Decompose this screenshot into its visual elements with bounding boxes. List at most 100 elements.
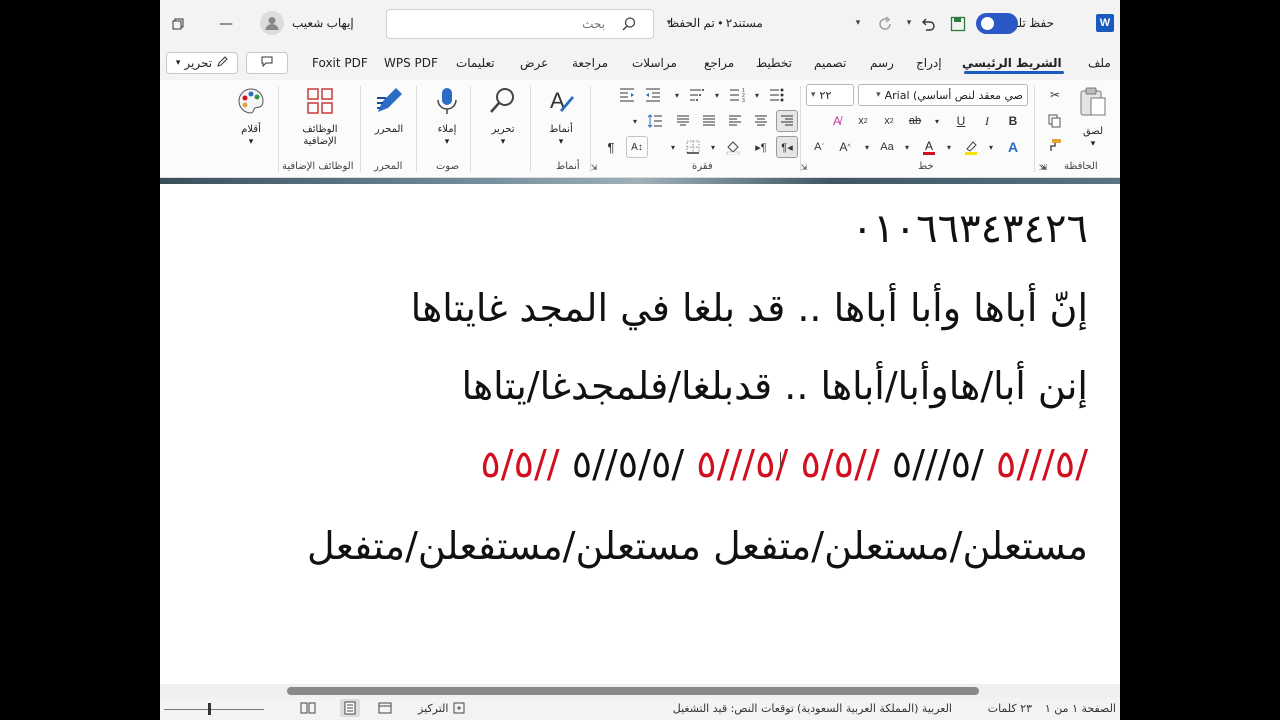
- dialog-launcher-icon[interactable]: ⇲: [1036, 160, 1048, 174]
- editor-button[interactable]: المحرر: [364, 86, 414, 154]
- scrollbar-thumb[interactable]: [287, 687, 979, 695]
- tab-home[interactable]: الشريط الرئيسي: [962, 56, 1062, 70]
- focus-icon[interactable]: [452, 701, 466, 715]
- shading-dropdown-icon[interactable]: ▾: [706, 136, 720, 158]
- change-case-icon[interactable]: Aa: [876, 136, 898, 158]
- case-dropdown-icon[interactable]: ▾: [860, 136, 874, 158]
- increase-indent-icon[interactable]: [616, 84, 638, 106]
- tab-insert[interactable]: إدراج: [916, 56, 942, 70]
- minimize-icon[interactable]: —: [214, 12, 238, 36]
- decrease-indent-icon[interactable]: [642, 84, 664, 106]
- redo-icon[interactable]: [876, 14, 896, 34]
- tab-review[interactable]: مراجعة: [572, 56, 608, 70]
- multilevel-list-icon[interactable]: [686, 84, 708, 106]
- dialog-launcher-icon[interactable]: ⇲: [798, 160, 810, 174]
- document-line-feet[interactable]: مستعلن/مستعلن/متفعل مستعلن/مستفعلن/متفعل: [307, 524, 1088, 568]
- strikethrough-icon[interactable]: ab: [904, 110, 926, 132]
- text-effects-icon[interactable]: A: [1002, 136, 1024, 158]
- tab-design[interactable]: تصميم: [814, 56, 846, 70]
- font-color-icon[interactable]: A: [918, 136, 940, 158]
- tab-foxit-pdf[interactable]: Foxit PDF: [312, 56, 368, 70]
- ltr-direction-icon[interactable]: ▸¶: [750, 136, 772, 158]
- tab-view[interactable]: عرض: [520, 56, 548, 70]
- multilevel-dropdown-icon[interactable]: ▾: [670, 84, 684, 106]
- dialog-launcher-icon[interactable]: ⇲: [588, 160, 600, 174]
- title-dropdown-icon[interactable]: ▾: [664, 16, 674, 30]
- paste-button[interactable]: لصق ▾: [1068, 86, 1118, 154]
- document-line-number[interactable]: ٠١٠٦٦٣٤٣٤٢٦: [852, 206, 1088, 252]
- justify-low-icon[interactable]: [672, 110, 694, 132]
- tab-mailings[interactable]: مراسلات: [632, 56, 677, 70]
- format-painter-icon[interactable]: [1044, 134, 1066, 156]
- line-spacing-dropdown-icon[interactable]: ▾: [628, 110, 642, 132]
- document-page[interactable]: ٠١٠٦٦٣٤٣٤٢٦ إنّ أباها وأبا أباها .. قد ب…: [160, 184, 1120, 684]
- search-input[interactable]: [425, 17, 605, 31]
- language-indicator[interactable]: العربية (المملكة العربية السعودية): [797, 702, 952, 715]
- bullets-dropdown-icon[interactable]: ▾: [750, 84, 764, 106]
- tab-layout[interactable]: تخطيط: [756, 56, 792, 70]
- user-name[interactable]: إيهاب شعيب: [292, 16, 354, 30]
- horizontal-scrollbar[interactable]: [160, 684, 1120, 698]
- undo-dropdown-icon[interactable]: ▾: [904, 16, 914, 30]
- underline-dropdown-icon[interactable]: ▾: [930, 110, 944, 132]
- paste-dropdown-icon[interactable]: ▾: [1091, 138, 1096, 150]
- show-formatting-icon[interactable]: ¶: [600, 136, 622, 158]
- pens-button[interactable]: أقلام ▾: [226, 86, 276, 154]
- zoom-slider-thumb[interactable]: [208, 703, 211, 715]
- align-left-icon[interactable]: [724, 110, 746, 132]
- bullets-icon[interactable]: [766, 84, 788, 106]
- word-count[interactable]: ٢٣ كلمات: [988, 702, 1032, 715]
- page-count[interactable]: الصفحة ١ من ١: [1045, 702, 1116, 715]
- dictate-button[interactable]: إملاء ▾: [422, 86, 472, 154]
- addins-button[interactable]: الوظائف الإضافية: [286, 86, 354, 154]
- numbering-icon[interactable]: 123: [726, 84, 748, 106]
- tab-help[interactable]: تعليمات: [456, 56, 495, 70]
- customize-toolbar-icon[interactable]: ▾: [852, 16, 864, 30]
- autosave-toggle[interactable]: [976, 13, 1018, 34]
- print-layout-icon[interactable]: [340, 699, 360, 717]
- restore-icon[interactable]: [166, 12, 190, 36]
- bold-icon[interactable]: B: [1002, 110, 1024, 132]
- borders-icon[interactable]: [682, 136, 704, 158]
- line-spacing-icon[interactable]: [644, 110, 666, 132]
- document-line-verse[interactable]: إنّ أباها وأبا أباها .. قد بلغا في المجد…: [411, 286, 1088, 330]
- document-title[interactable]: مستند٢ • تم الحفظ: [668, 16, 763, 30]
- shading-icon[interactable]: [722, 136, 744, 158]
- effects-dropdown-icon[interactable]: ▾: [984, 136, 998, 158]
- comments-button[interactable]: [246, 52, 288, 74]
- italic-icon[interactable]: I: [976, 110, 998, 132]
- clear-formatting-icon[interactable]: A̸: [826, 110, 848, 132]
- focus-label[interactable]: التركيز: [418, 702, 448, 715]
- editing-button[interactable]: تحرير ▾: [478, 86, 528, 154]
- editing-mode-button[interactable]: ▾ تحرير: [166, 52, 238, 74]
- font-name-combo[interactable]: صي معقد لنص أساسي) Arial ▾: [858, 84, 1028, 106]
- underline-icon[interactable]: U: [950, 110, 972, 132]
- read-mode-icon[interactable]: [300, 701, 316, 715]
- zoom-slider[interactable]: [164, 709, 264, 710]
- borders-dropdown-icon[interactable]: ▾: [666, 136, 680, 158]
- sort-icon[interactable]: A↕: [626, 136, 648, 158]
- tab-file[interactable]: ملف: [1088, 56, 1111, 70]
- rtl-direction-icon[interactable]: ¶◂: [776, 136, 798, 158]
- tab-draw[interactable]: رسم: [870, 56, 894, 70]
- text-predictions[interactable]: توقعات النص: قيد التشغيل: [673, 702, 794, 715]
- font-size-combo[interactable]: ▾ ٢٢: [806, 84, 854, 106]
- font-color-dropdown-icon[interactable]: ▾: [900, 136, 914, 158]
- save-icon[interactable]: [948, 14, 968, 34]
- copy-icon[interactable]: [1044, 110, 1066, 132]
- grow-font-icon[interactable]: A ^: [834, 136, 856, 158]
- align-right-icon[interactable]: [776, 110, 798, 132]
- tab-references[interactable]: مراجع: [704, 56, 734, 70]
- web-layout-icon[interactable]: [378, 701, 392, 715]
- highlight-icon[interactable]: [960, 136, 982, 158]
- tab-wps-pdf[interactable]: WPS PDF: [384, 56, 438, 70]
- align-center-icon[interactable]: [750, 110, 772, 132]
- superscript-icon[interactable]: x2: [852, 110, 874, 132]
- highlight-dropdown-icon[interactable]: ▾: [942, 136, 956, 158]
- subscript-icon[interactable]: x2: [878, 110, 900, 132]
- document-line-split[interactable]: إنن أبا/هاوأبا/أباها .. قدبلغا/فلمجدغا/ي…: [462, 364, 1088, 408]
- avatar-icon[interactable]: [260, 11, 284, 35]
- justify-icon[interactable]: [698, 110, 720, 132]
- search-box[interactable]: [386, 9, 654, 39]
- styles-button[interactable]: A أنماط ▾: [536, 86, 586, 154]
